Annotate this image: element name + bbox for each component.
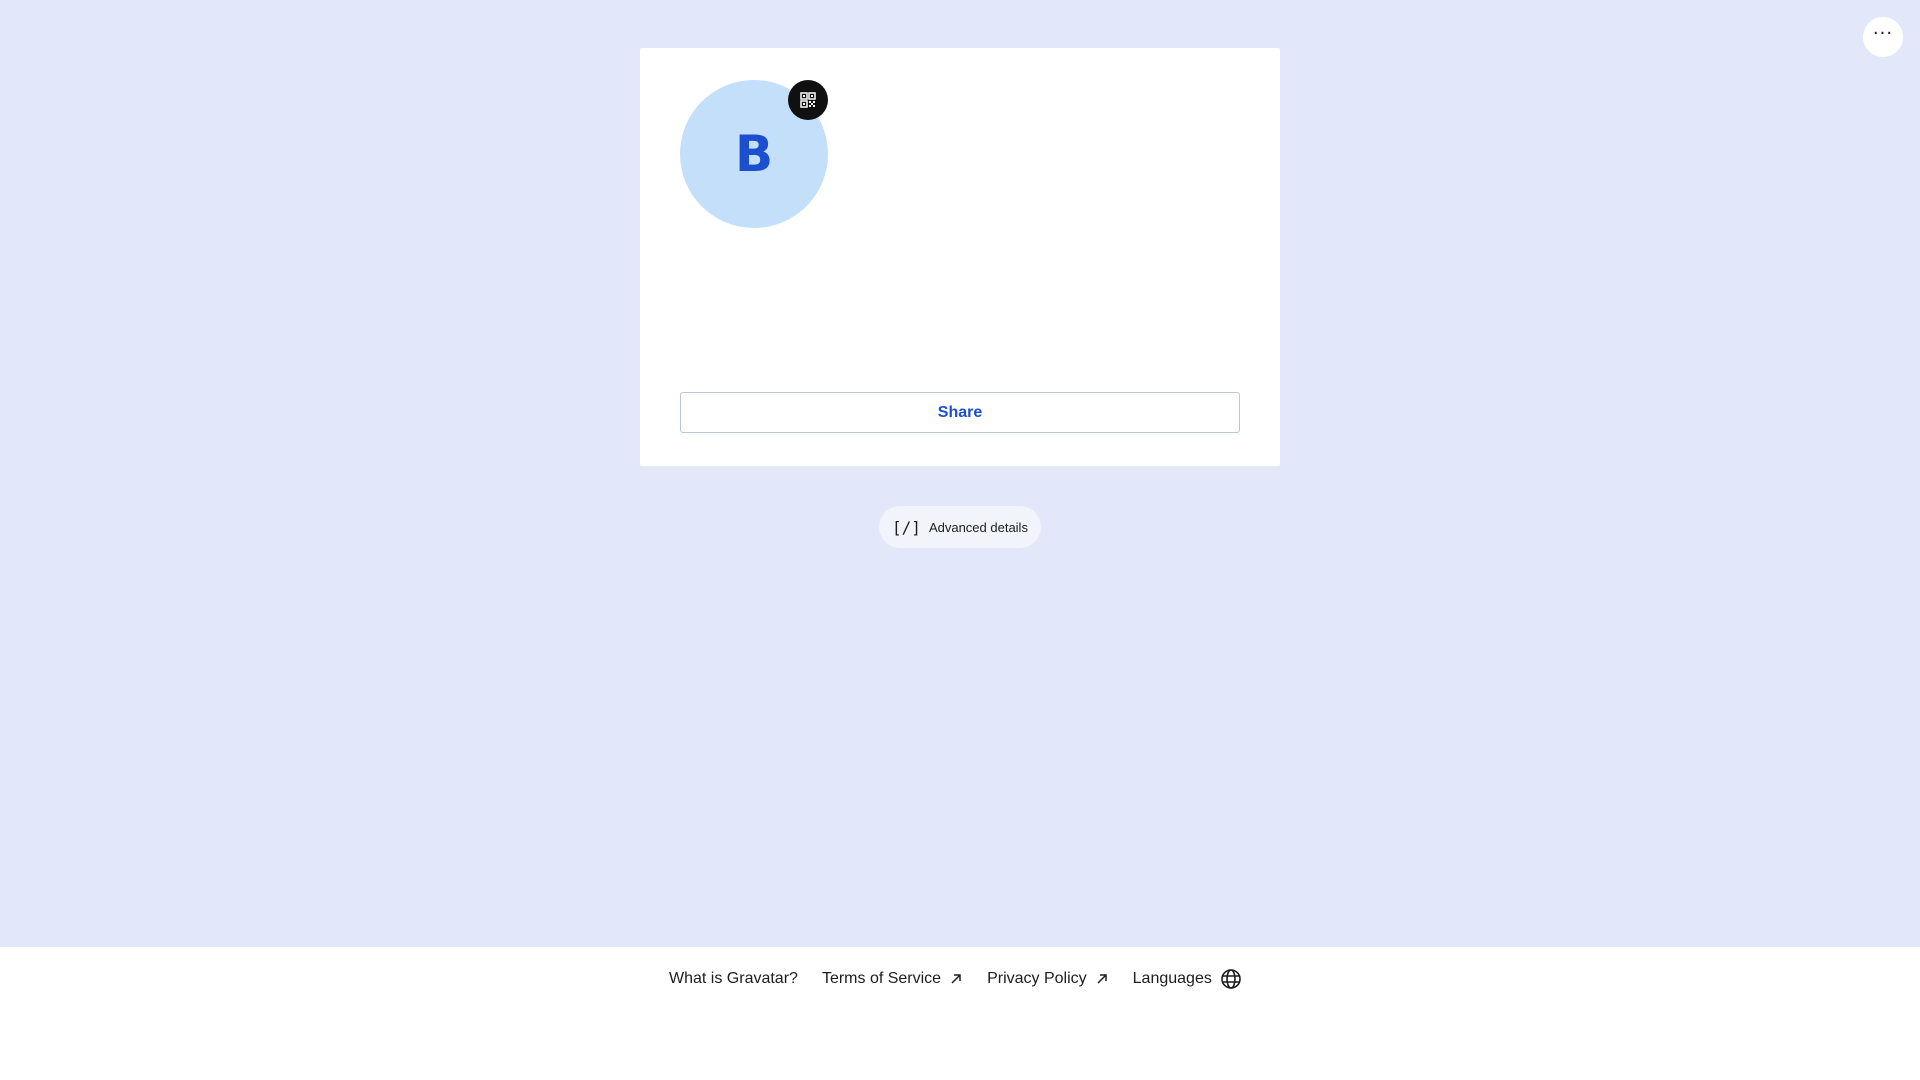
advanced-details-button[interactable]: [/] Advanced details <box>879 506 1041 548</box>
external-link-icon <box>951 974 961 984</box>
more-options-button[interactable]: ··· <box>1863 17 1903 57</box>
avatar-initial: B <box>734 125 774 183</box>
ellipsis-icon: ··· <box>1872 23 1894 44</box>
footer-link-terms-of-service[interactable]: Terms of Service <box>822 970 963 988</box>
footer-link-label: Languages <box>1132 970 1212 987</box>
profile-card: B Share <box>640 48 1280 466</box>
footer: What is Gravatar? Terms of Service Priva… <box>0 947 1920 1080</box>
footer-link-what-is-gravatar[interactable]: What is Gravatar? <box>669 970 798 988</box>
code-brackets-icon: [/] <box>892 517 921 537</box>
external-link-icon <box>1097 974 1107 984</box>
footer-link-label: What is Gravatar? <box>669 970 798 987</box>
qr-code-button[interactable] <box>788 80 828 120</box>
qr-code-icon <box>800 92 816 108</box>
footer-link-label: Terms of Service <box>821 970 942 987</box>
footer-link-label: Privacy Policy <box>987 970 1087 987</box>
footer-link-languages[interactable]: Languages <box>1133 968 1242 990</box>
share-button[interactable]: Share <box>680 392 1240 433</box>
footer-links: What is Gravatar? Terms of Service Priva… <box>669 964 1242 994</box>
globe-icon <box>1221 969 1241 989</box>
advanced-details-label: Advanced details <box>928 519 1028 535</box>
footer-link-privacy-policy[interactable]: Privacy Policy <box>987 970 1109 988</box>
